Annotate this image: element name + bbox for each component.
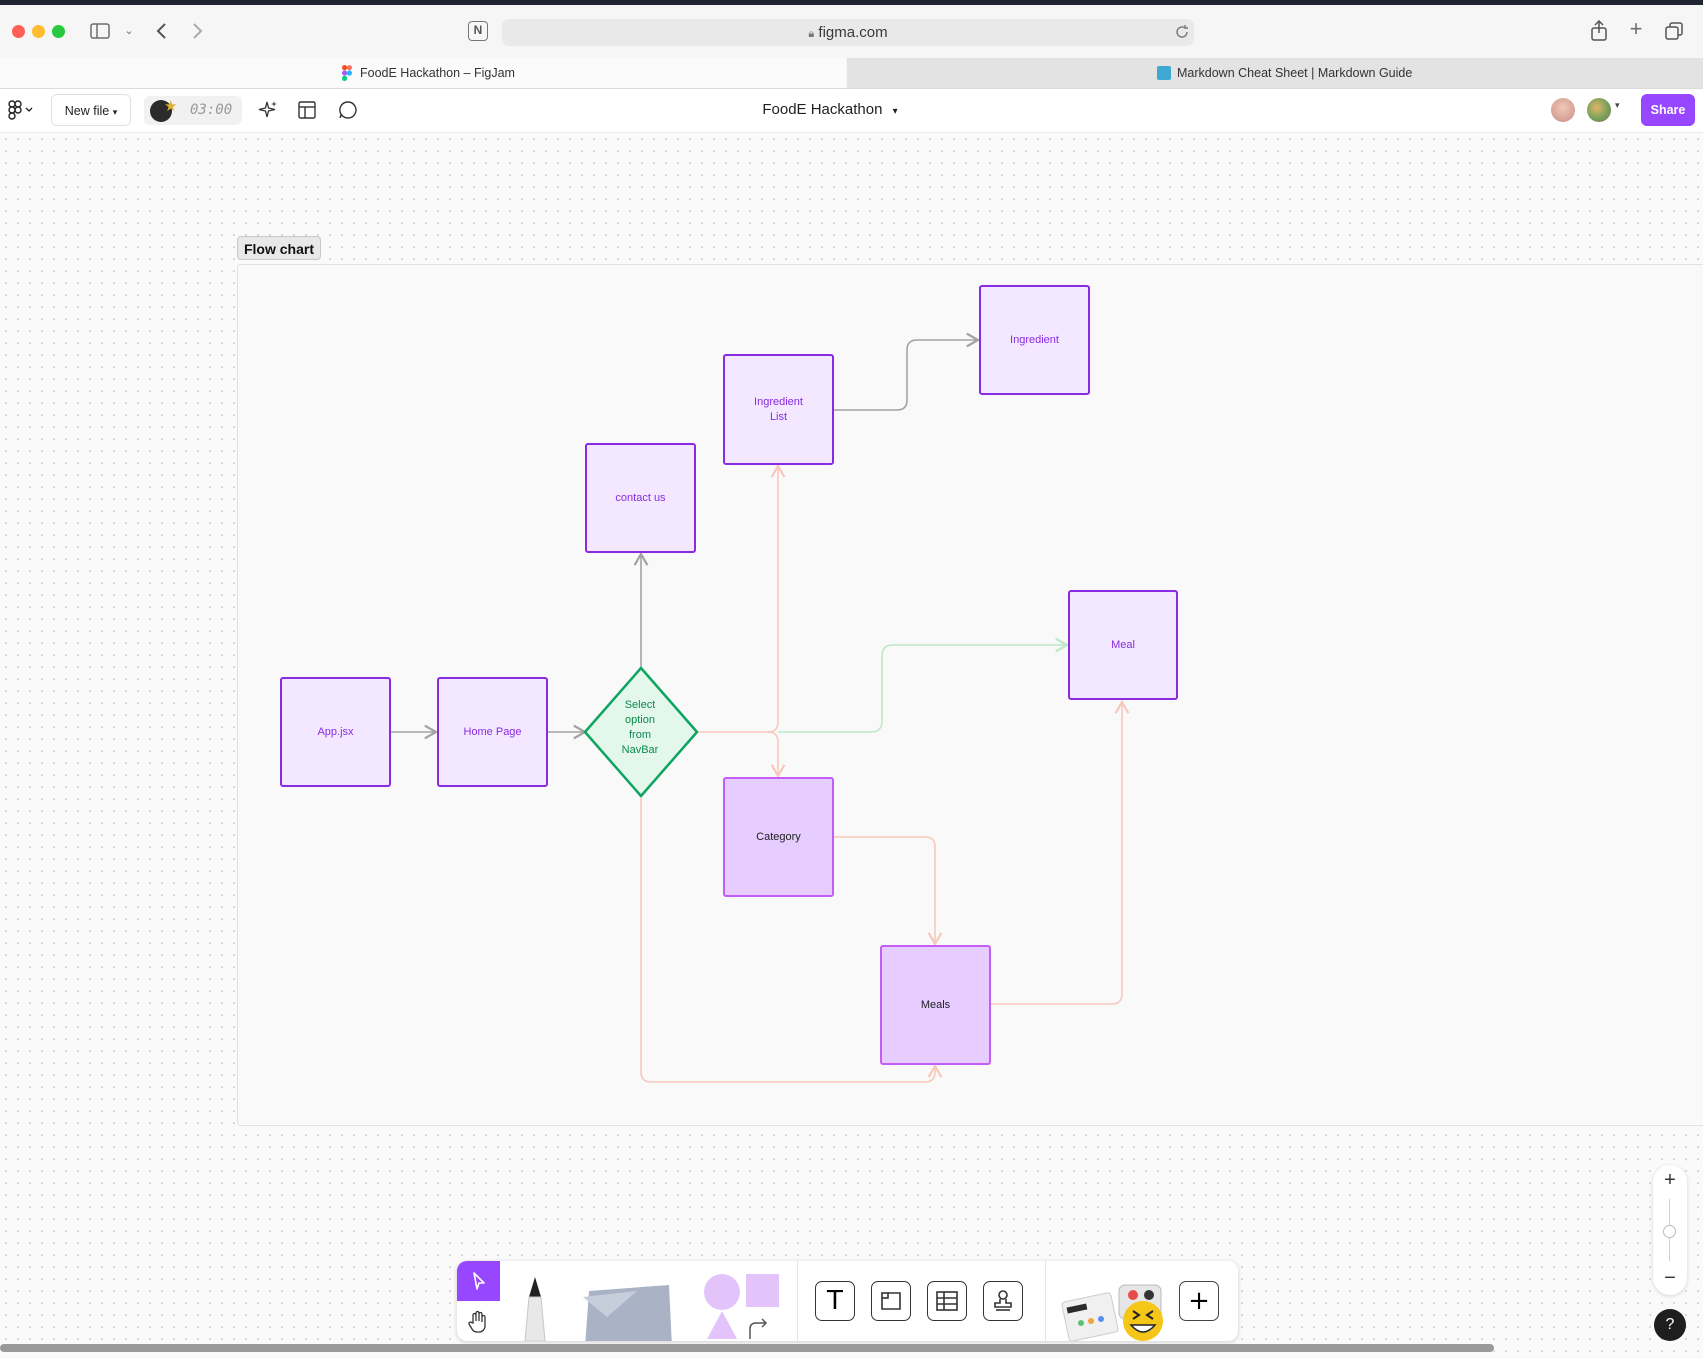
node-ingredient-list[interactable]: Ingredient List [723, 354, 834, 465]
text-icon[interactable]: T [815, 1281, 855, 1321]
stamp-icon[interactable] [983, 1281, 1023, 1321]
node-home-page[interactable]: Home Page [437, 677, 548, 787]
table-icon[interactable] [927, 1281, 967, 1321]
node-contact-us[interactable]: contact us [585, 443, 696, 553]
help-icon[interactable]: ? [1654, 1309, 1686, 1341]
node-ingredient[interactable]: Ingredient [979, 285, 1090, 395]
hand-icon [468, 1310, 486, 1333]
widgets-icon[interactable] [1061, 1275, 1171, 1341]
cursor-tool[interactable] [457, 1261, 500, 1301]
connector[interactable] [834, 836, 943, 947]
decision-label: Select option from NavBar [621, 699, 659, 756]
shapes-icon[interactable] [701, 1271, 781, 1341]
connector[interactable] [767, 731, 786, 779]
zoom-control: + − [1653, 1165, 1687, 1295]
zoom-in-icon[interactable]: + [1653, 1169, 1687, 1193]
connector[interactable] [834, 332, 981, 411]
connector[interactable] [991, 699, 1130, 1005]
zoom-slider-thumb[interactable] [1663, 1225, 1676, 1238]
cursor-icon [473, 1272, 485, 1290]
connector[interactable] [697, 463, 786, 733]
connectors [391, 332, 1130, 1083]
toolbar-divider [797, 1261, 798, 1341]
node-meal[interactable]: Meal [1068, 590, 1178, 700]
node-meals[interactable]: Meals [880, 945, 991, 1065]
node-category[interactable]: Category [723, 777, 834, 897]
connector[interactable] [778, 637, 1070, 733]
hand-tool[interactable] [457, 1301, 500, 1341]
zoom-out-icon[interactable]: − [1653, 1267, 1687, 1291]
creation-toolbar: T + [457, 1261, 1238, 1341]
sticky-note-icon[interactable] [577, 1277, 677, 1341]
node-app-jsx[interactable]: App.jsx [280, 677, 391, 787]
section-icon[interactable] [871, 1281, 911, 1321]
horizontal-scrollbar[interactable] [0, 1344, 1494, 1352]
marker-icon[interactable] [515, 1275, 555, 1341]
toolbar-divider [1045, 1261, 1046, 1341]
plus-icon[interactable]: + [1179, 1281, 1219, 1321]
